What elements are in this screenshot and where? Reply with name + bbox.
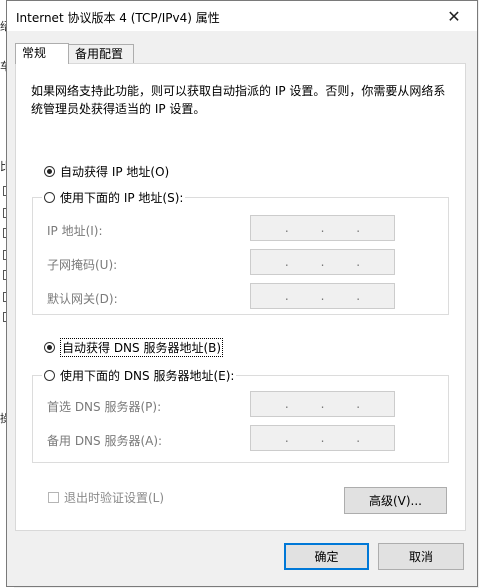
ip-dot: .	[320, 255, 325, 269]
ip-dot: .	[320, 221, 325, 235]
close-icon: ✕	[447, 6, 461, 26]
ip-dot: .	[356, 255, 361, 269]
manual-ip-label: 使用下面的 IP 地址(S):	[60, 191, 184, 205]
auto-dns-radio[interactable]	[44, 342, 55, 353]
auto-dns-label: 自动获得 DNS 服务器地址(B)	[60, 338, 224, 357]
ip-dot: .	[356, 397, 361, 411]
auto-ip-label: 自动获得 IP 地址(O)	[60, 165, 170, 179]
alternate-dns-label: 备用 DNS 服务器(A):	[47, 434, 163, 448]
advanced-button[interactable]: 高级(V)...	[344, 487, 447, 514]
ok-button[interactable]: 确定	[284, 543, 369, 570]
ip-dot: .	[320, 431, 325, 445]
manual-ip-radio[interactable]	[44, 192, 55, 203]
default-gateway-label: 默认网关(D):	[47, 292, 118, 306]
manual-ip-option[interactable]: 使用下面的 IP 地址(S):	[42, 189, 186, 206]
manual-dns-label: 使用下面的 DNS 服务器地址(E):	[60, 369, 235, 383]
ip-dot: .	[320, 289, 325, 303]
ip-dot: .	[356, 289, 361, 303]
subnet-mask-field[interactable]: ...	[250, 249, 395, 275]
tab-alternate-configuration[interactable]: 备用配置	[68, 44, 134, 65]
tab-general[interactable]: 常规	[15, 43, 69, 64]
ip-dot: .	[356, 431, 361, 445]
ip-address-field[interactable]: ...	[250, 215, 395, 241]
auto-ip-radio[interactable]	[44, 166, 55, 177]
ip-dot: .	[320, 397, 325, 411]
dialog-title: Internet 协议版本 4 (TCP/IPv4) 属性	[16, 11, 220, 25]
ip-address-label: IP 地址(I):	[47, 224, 103, 238]
default-gateway-field[interactable]: ...	[250, 283, 395, 309]
auto-ip-option[interactable]: 自动获得 IP 地址(O)	[44, 163, 169, 180]
ip-dot: .	[284, 289, 289, 303]
alternate-dns-field[interactable]: ...	[250, 425, 395, 451]
cancel-button[interactable]: 取消	[378, 543, 464, 570]
ip-dot: .	[284, 221, 289, 235]
ok-button-label: 确定	[314, 550, 339, 564]
ip-dot: .	[356, 221, 361, 235]
validate-settings-label: 退出时验证设置(L)	[64, 491, 165, 505]
subnet-mask-label: 子网掩码(U):	[47, 258, 118, 272]
close-button[interactable]: ✕	[431, 1, 477, 31]
description-text: 如果网络支持此功能，则可以获取自动指派的 IP 设置。否则，你需要从网络系统管理…	[31, 84, 446, 116]
ip-dot: .	[284, 255, 289, 269]
tab-label: 常规	[22, 46, 47, 60]
validate-settings-checkbox[interactable]	[48, 492, 59, 503]
ip-dot: .	[284, 397, 289, 411]
manual-dns-radio[interactable]	[44, 370, 55, 381]
title-bar: Internet 协议版本 4 (TCP/IPv4) 属性 ✕	[7, 1, 477, 31]
preferred-dns-label: 首选 DNS 服务器(P):	[47, 400, 162, 414]
tab-label: 备用配置	[75, 47, 124, 61]
cancel-button-label: 取消	[408, 550, 433, 564]
manual-dns-option[interactable]: 使用下面的 DNS 服务器地址(E):	[42, 367, 237, 384]
auto-dns-option[interactable]: 自动获得 DNS 服务器地址(B)	[44, 338, 224, 357]
tcpipv4-properties-dialog: Internet 协议版本 4 (TCP/IPv4) 属性 ✕ 常规 备用配置 …	[6, 0, 478, 587]
validate-settings-option[interactable]: 退出时验证设置(L)	[48, 489, 164, 506]
advanced-button-label: 高级(V)...	[368, 494, 423, 508]
preferred-dns-field[interactable]: ...	[250, 391, 395, 417]
ip-dot: .	[284, 431, 289, 445]
